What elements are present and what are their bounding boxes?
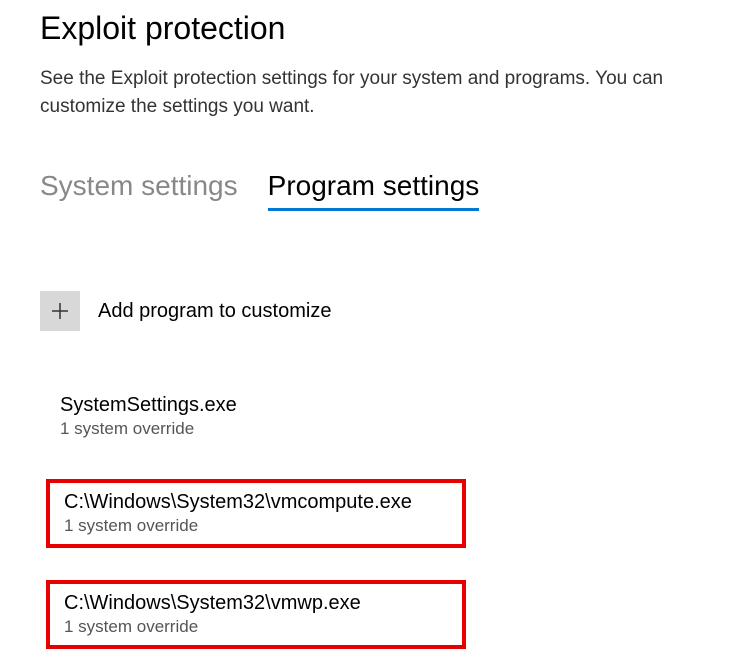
program-item-systemsettings[interactable]: SystemSettings.exe 1 system override (46, 386, 466, 447)
program-name: C:\Windows\System32\vmcompute.exe (64, 491, 452, 514)
tab-program-settings[interactable]: Program settings (268, 170, 480, 211)
page-description: See the Exploit protection settings for … (40, 65, 720, 120)
program-name: C:\Windows\System32\vmwp.exe (64, 592, 452, 615)
add-program-row[interactable]: Add program to customize (40, 291, 754, 331)
page-title: Exploit protection (40, 10, 754, 47)
tab-system-settings[interactable]: System settings (40, 170, 238, 211)
program-sub: 1 system override (60, 419, 456, 439)
program-item-vmwp[interactable]: C:\Windows\System32\vmwp.exe 1 system ov… (46, 580, 466, 649)
tabs: System settings Program settings (40, 170, 754, 211)
plus-icon[interactable] (40, 291, 80, 331)
program-list: SystemSettings.exe 1 system override C:\… (40, 386, 754, 649)
program-sub: 1 system override (64, 516, 452, 536)
program-item-vmcompute[interactable]: C:\Windows\System32\vmcompute.exe 1 syst… (46, 479, 466, 548)
add-program-label: Add program to customize (98, 300, 331, 323)
program-sub: 1 system override (64, 617, 452, 637)
program-name: SystemSettings.exe (60, 394, 456, 417)
